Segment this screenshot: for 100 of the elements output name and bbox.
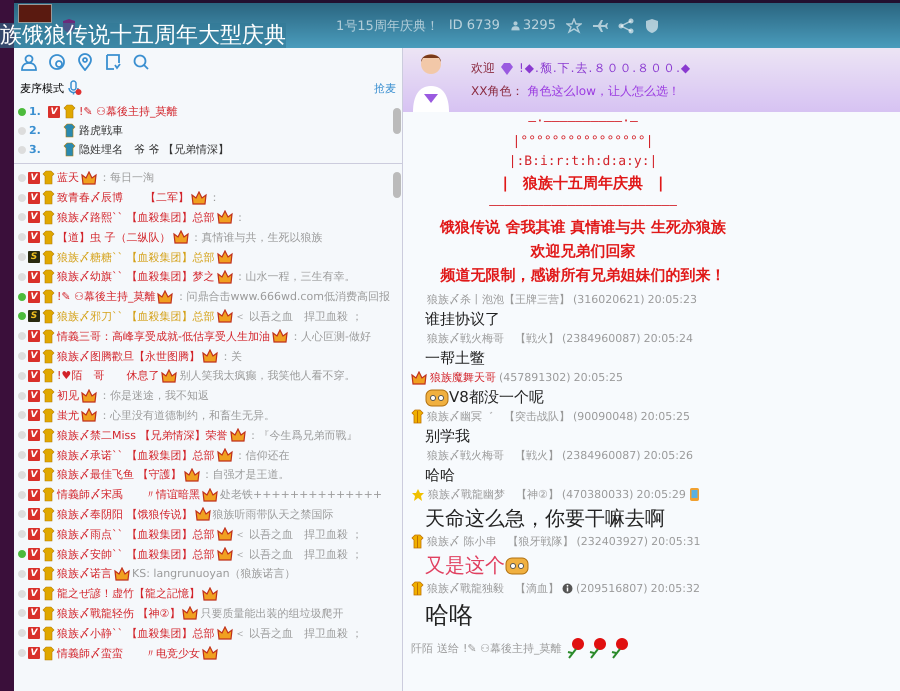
star-icon[interactable] [566, 18, 582, 34]
sender-name: 狼族〆 陈小串 【狼牙戦隊】 [427, 534, 574, 549]
user-item[interactable]: V 狼族〆最佳飞鱼 【守護】 ：自强才是王道。 [14, 464, 392, 485]
user-item[interactable]: S 狼族〆糖糖`` 【血殺集团】总部 [14, 247, 392, 267]
vip-badge: V [28, 508, 40, 520]
crown-icon [202, 488, 218, 502]
sender-id: (232403927) [576, 535, 648, 548]
member-icon [42, 170, 55, 186]
user-item[interactable]: V 情義師〆宋禹 〃情谊暗黑 处老铁++++++++++++++ [14, 484, 392, 505]
shield-icon[interactable] [644, 18, 660, 34]
channel-logo [18, 4, 52, 23]
users-icon[interactable] [20, 53, 38, 71]
crown-icon [272, 329, 288, 344]
user-item[interactable]: V 狼族〆雨点`` 【血殺集团】总部 ＜ 以吾之血 捍卫血殺 ； [14, 524, 392, 544]
user-name: 狼族〆雨点`` 【血殺集团】总部 [57, 526, 214, 542]
user-item[interactable]: V 狼族〆安帥`` 【血殺集团】总部 ＜ 以吾之血 捍卫血殺 ； [14, 544, 392, 564]
member-icon [42, 328, 55, 344]
level-badge: S [28, 251, 40, 264]
role-label: XX角色： [471, 83, 524, 100]
user-signature: ：人心叵测-做好 [290, 328, 371, 344]
user-item[interactable]: V 狼族〆幼旗`` 【血殺集团】梦之 ：山水一程，三生有幸。 [14, 266, 392, 287]
user-item[interactable]: V 蚩尤 ：心里没有道德制约，和畜生无异。 [14, 406, 392, 426]
user-item[interactable]: V 狼族〆承诺`` 【血殺集团】总部 ：信仰还在 [14, 445, 392, 465]
share-icon[interactable] [618, 18, 634, 34]
microphone-icon[interactable] [68, 80, 82, 96]
user-item[interactable]: V 龍之ぜ諺！虚竹【龍之記憶】 [14, 584, 392, 604]
user-signature: ：每日一淘 [99, 170, 154, 186]
user-item[interactable]: V !♥陌 哥 休息了 别人笑我太疯癫，我笑他人看不穿。 [14, 366, 392, 386]
user-signature: ＜ 以吾之血 捍卫血殺 ； [234, 308, 362, 324]
queue-number: 1. [29, 105, 42, 118]
queue-item[interactable]: 1. V !✎ ⚇幕後主持_莫離 [14, 102, 392, 121]
user-item[interactable]: V !✎ ⚇幕後主持_莫離 ：问鼎合击www.666wd.com低消费高回报 [14, 286, 392, 307]
vip-badge: V [28, 488, 40, 501]
member-icon [42, 626, 55, 641]
location-pin-icon[interactable] [76, 53, 94, 71]
user-item[interactable]: V 狼族〆路熙`` 【血殺集团】总部 ： [14, 208, 392, 228]
user-signature: ＜ 以吾之血 捍卫血殺 ； [234, 626, 362, 641]
user-name: 致青春〆辰博 【二军】 [57, 190, 189, 206]
user-item[interactable]: V 蓝天 ：每日一淘 [14, 168, 392, 188]
user-item[interactable]: V 情義三哥：高峰享受成就-低估享受人生加油 ：人心叵测-做好 [14, 326, 392, 346]
user-name: 情義三哥：高峰享受成就-低估享受人生加油 [57, 328, 270, 344]
vip-badge: V [48, 106, 60, 118]
queue-item[interactable]: 3. 隐姓埋名 爷 爷 【兄弟情深】 [14, 140, 392, 159]
user-name: 狼族〆最佳飞鱼 【守護】 [57, 467, 182, 482]
sender-name: 狼族魔舞天哥 [430, 370, 496, 385]
announcement-line: ———————————————————————— [489, 198, 677, 213]
user-item[interactable]: V 初见 ：你是迷途，我不知返 [14, 386, 392, 406]
sender-name: 狼族〆戰龍幽梦 【神②】 [428, 487, 559, 502]
member-icon [63, 104, 76, 119]
user-item[interactable]: V 情義師〆蛮蛮 〃电竞少女 [14, 643, 392, 663]
user-item[interactable]: V 【道】虫 子（二纵队） ：真情谁与共，生死以狼族 [14, 227, 392, 248]
user-item[interactable]: V 狼族〆戰龍轻伤 【神②】 只要质量能出装的组垃圾爬开 [14, 604, 392, 624]
member-icon [42, 586, 55, 602]
announcement-line: |°°°°°°°°°°°°°°°°| [512, 134, 654, 149]
user-signature: ：你是迷途，我不知返 [99, 388, 209, 404]
member-icon [42, 606, 55, 621]
member-icon [42, 448, 55, 463]
user-name: 蚩尤 [57, 408, 79, 423]
sender-name: 狼族〆戦火梅哥 【戦火】 [427, 331, 559, 346]
crown-icon [114, 566, 130, 581]
role-text: 角色这么low，让人怎么选！ [527, 83, 680, 100]
vip-badge: V [28, 607, 40, 620]
member-icon [42, 646, 55, 661]
user-item[interactable]: V 致青春〆辰博 【二军】 ： [14, 188, 392, 208]
user-signature: ＜ 以吾之血 捍卫血殺 ； [234, 526, 362, 542]
sender-name: 狼族〆戦火梅哥 【戦火】 [427, 448, 559, 463]
member-icon [42, 467, 55, 482]
search-icon[interactable] [132, 53, 150, 71]
plane-icon[interactable] [592, 18, 608, 34]
member-icon [42, 250, 55, 265]
user-signature: ：心里没有道德制约，和畜生无异。 [99, 408, 275, 423]
member-icon [42, 368, 55, 384]
queue-number: 3. [29, 143, 42, 156]
user-signature: ： [209, 190, 220, 206]
user-item[interactable]: S 狼族〆邪刀`` 【血殺集团】总部 ＜ 以吾之血 捍卫血殺 ； [14, 306, 392, 326]
chat-icon[interactable] [48, 53, 66, 71]
crown-icon [216, 210, 232, 224]
user-name: 狼族〆诺言 [57, 566, 112, 582]
announcement-line: |:B:i:r:t:h:d:a:y:| [508, 154, 658, 169]
user-name: !✎ ⚇幕後主持_莫離 [57, 289, 156, 304]
user-item[interactable]: V 狼族〆禁二Miss 【兄弟情深】荣誉 ：『今生爲兄弟而戰』 [14, 425, 392, 446]
user-name: 龍之ぜ諺！虚竹【龍之記憶】 [57, 586, 200, 602]
gift-recipient: !✎ ⚇幕後主持_莫離 [463, 640, 562, 656]
user-item[interactable]: V 狼族〆小静`` 【血殺集团】总部 ＜ 以吾之血 捍卫血殺 ； [14, 623, 392, 644]
gift-verb: 送给 [437, 640, 459, 656]
user-item[interactable]: V 狼族〆奉阴阳 【饿狼传说】 狼族听雨带队天之禁国际 [14, 504, 392, 524]
sender-id: (457891302) [499, 371, 571, 384]
user-item[interactable]: V 狼族〆诺言 KS: langrunuoyan（狼族诺言） [14, 564, 392, 584]
grab-mic-link[interactable]: 抢麦 [374, 80, 396, 96]
user-item[interactable]: V 狼族〆图腾歡旦【永世图腾】 ：关 [14, 346, 392, 366]
crown-icon [411, 370, 427, 384]
user-signature: ＜ 以吾之血 捍卫血殺 ； [234, 546, 362, 562]
vip-badge: V [28, 449, 40, 462]
sender-name: 狼族〆戰龍独毅 【滴血】 [427, 581, 559, 596]
crown-icon [216, 270, 232, 284]
message-text: 哈哈 [425, 466, 455, 484]
queue-user-name: 路虎戦車 [79, 123, 123, 138]
note-icon[interactable] [104, 53, 122, 71]
person-icon [510, 20, 521, 31]
queue-item[interactable]: 2. 路虎戦車 [14, 121, 392, 140]
